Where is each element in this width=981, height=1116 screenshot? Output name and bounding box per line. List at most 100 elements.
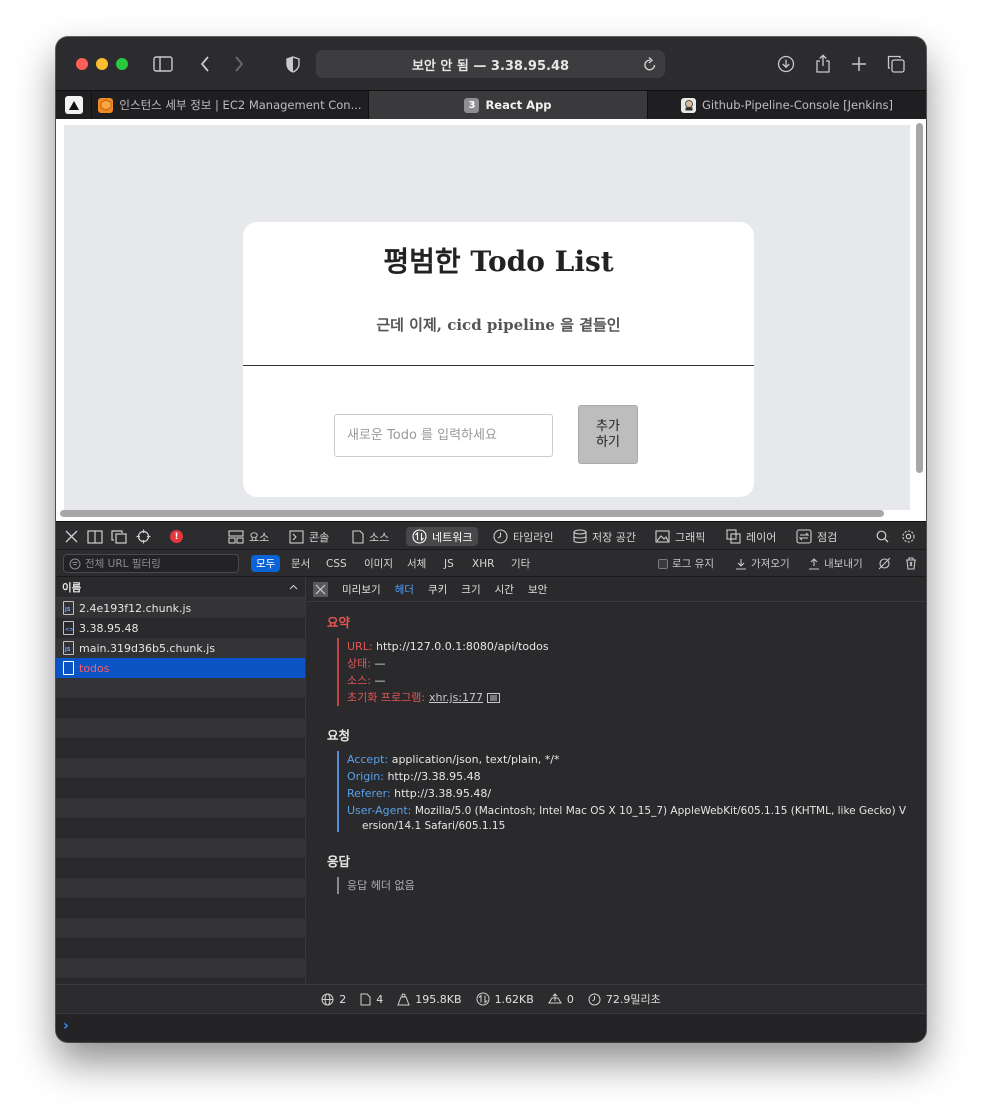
list-empty-row xyxy=(56,898,305,918)
list-empty-row xyxy=(56,818,305,838)
detail-tab-timing[interactable]: 시간 xyxy=(495,582,514,597)
referer-value: http://3.38.95.48/ xyxy=(394,787,492,800)
tab-jenkins[interactable]: Github-Pipeline-Console [Jenkins] xyxy=(648,91,926,119)
close-detail-icon[interactable] xyxy=(313,581,328,597)
filter-document[interactable]: 문서 xyxy=(286,555,315,572)
file-name: 2.4e193f12.chunk.js xyxy=(79,601,192,615)
tab-react-app[interactable]: 3 React App xyxy=(369,91,648,119)
time-value: 72.9밀리초 xyxy=(605,993,661,1006)
summary-block: URL: http://127.0.0.1:8080/api/todos 상태:… xyxy=(337,638,549,706)
tab-network[interactable]: 네트워크 xyxy=(406,527,479,546)
response-headers-block: 응답 헤더 없음 xyxy=(337,877,415,894)
dock-side-icon[interactable] xyxy=(87,527,103,546)
address-bar[interactable]: 보안 안 됨 — 3.38.95.48 xyxy=(316,50,665,78)
list-empty-row xyxy=(56,838,305,858)
search-icon[interactable] xyxy=(876,527,889,546)
trash-icon[interactable] xyxy=(905,555,917,572)
sidebar-icon[interactable] xyxy=(152,51,174,77)
detail-tab-sizes[interactable]: 크기 xyxy=(461,582,480,597)
tab-overview-icon[interactable] xyxy=(886,51,906,77)
minimize-window-button[interactable] xyxy=(96,58,108,70)
gear-icon[interactable] xyxy=(901,527,916,546)
tab-timeline-label: 타임라인 xyxy=(513,530,554,544)
accept-key: Accept: xyxy=(347,753,389,766)
new-tab-icon[interactable] xyxy=(850,51,868,77)
resources-stat: 4 xyxy=(360,993,383,1006)
forward-icon[interactable] xyxy=(232,51,246,77)
tab-label: Github-Pipeline-Console [Jenkins] xyxy=(702,98,893,112)
list-header[interactable]: 이름 xyxy=(56,577,305,598)
console-prompt-area[interactable]: › xyxy=(56,1014,926,1042)
filter-image[interactable]: 이미지 xyxy=(359,555,398,572)
list-item-selected[interactable]: todos xyxy=(56,658,305,678)
list-item[interactable]: JS main.319d36b5.chunk.js xyxy=(56,638,305,658)
filter-css[interactable]: CSS xyxy=(321,555,352,572)
close-window-button[interactable] xyxy=(76,58,88,70)
tab-group-button[interactable] xyxy=(56,91,92,119)
download-icon[interactable] xyxy=(776,51,796,77)
import-button[interactable]: 가져오기 xyxy=(735,555,790,572)
detach-window-icon[interactable] xyxy=(111,527,127,546)
detail-tab-security[interactable]: 보안 xyxy=(528,582,547,597)
detail-tab-preview[interactable]: 미리보기 xyxy=(342,582,381,597)
tab-graphics[interactable]: 그래픽 xyxy=(655,527,705,546)
request-detail: 미리보기 헤더 쿠키 크기 시간 보안 요약 URL: http://127.0… xyxy=(307,577,926,984)
file-name: todos xyxy=(79,661,110,675)
chevron-up-icon xyxy=(289,584,298,590)
tab-console[interactable]: 콘솔 xyxy=(289,527,329,546)
list-empty-row xyxy=(56,758,305,778)
tab-sources[interactable]: 소스 xyxy=(352,527,389,546)
vercel-icon xyxy=(64,96,83,114)
close-devtools-icon[interactable] xyxy=(65,527,78,546)
share-icon[interactable] xyxy=(813,51,833,77)
horizontal-scrollbar[interactable] xyxy=(60,510,884,517)
element-picker-icon[interactable] xyxy=(136,527,151,546)
reload-icon[interactable] xyxy=(643,56,657,76)
tab-audit[interactable]: 점검 xyxy=(796,527,837,546)
user-agent-key: User-Agent: xyxy=(347,804,412,817)
filter-font[interactable]: 서체 xyxy=(402,555,431,572)
preserve-log-checkbox[interactable] xyxy=(658,558,668,569)
preserve-log-toggle[interactable]: 로그 유지 xyxy=(658,555,714,572)
add-todo-button[interactable]: 추가 하기 xyxy=(578,405,638,464)
request-headers-block: Accept: application/json, text/plain, */… xyxy=(337,751,922,832)
clear-disabled-icon[interactable] xyxy=(878,555,891,572)
todo-input[interactable] xyxy=(334,414,553,457)
tab-elements-label: 요소 xyxy=(249,530,270,544)
tab-ec2[interactable]: 인스턴스 세부 정보 | EC2 Management Con... xyxy=(92,91,369,119)
filter-xhr[interactable]: XHR xyxy=(467,555,499,572)
initiator-link[interactable]: xhr.js:177 xyxy=(429,689,483,706)
address-text: 보안 안 됨 — 3.38.95.48 xyxy=(411,58,570,74)
status-value: — xyxy=(374,657,386,670)
call-stack-icon[interactable] xyxy=(487,692,501,703)
detail-tab-cookies[interactable]: 쿠키 xyxy=(428,582,447,597)
filter-placeholder: 전체 URL 필터링 xyxy=(85,558,161,570)
size-stat: 195.8KB xyxy=(397,993,462,1006)
filter-other[interactable]: 기타 xyxy=(506,555,535,572)
privacy-shield-icon[interactable] xyxy=(284,51,302,77)
error-indicator-icon[interactable]: ! xyxy=(170,527,183,546)
detail-tab-headers[interactable]: 헤더 xyxy=(395,582,414,597)
origin-value: http://3.38.95.48 xyxy=(387,770,481,783)
tab-timeline[interactable]: 타임라인 xyxy=(493,527,553,546)
export-button[interactable]: 내보내기 xyxy=(808,555,863,572)
file-name: 3.38.95.48 xyxy=(79,621,139,635)
resource-list: 이름 JS 2.4e193f12.chunk.js <> 3.38.95.48 … xyxy=(56,577,306,1038)
back-icon[interactable] xyxy=(198,51,212,77)
filter-js[interactable]: JS xyxy=(439,555,459,572)
transferred-stat: 1.62KB xyxy=(476,992,534,1006)
devtools-panel: ! 요소 콘솔 소스 네트워크 타임라인 저장 공간 그래픽 레이어 점검 전체… xyxy=(56,521,926,1042)
zoom-window-button[interactable] xyxy=(116,58,128,70)
tab-layers[interactable]: 레이어 xyxy=(726,527,776,546)
url-filter-input[interactable]: 전체 URL 필터링 xyxy=(63,554,239,573)
filter-all[interactable]: 모두 xyxy=(251,555,281,572)
vertical-scrollbar[interactable] xyxy=(916,123,923,473)
list-item[interactable]: JS 2.4e193f12.chunk.js xyxy=(56,598,305,618)
user-agent-value-cont: ersion/14.1 Safari/605.1.15 xyxy=(362,820,506,832)
tab-label: 인스턴스 세부 정보 | EC2 Management Con... xyxy=(119,98,362,112)
tab-storage[interactable]: 저장 공간 xyxy=(573,527,636,546)
add-todo-label: 추가 하기 xyxy=(596,418,620,450)
list-item[interactable]: <> 3.38.95.48 xyxy=(56,618,305,638)
tab-layers-label: 레이어 xyxy=(746,530,777,544)
tab-elements[interactable]: 요소 xyxy=(228,527,269,546)
